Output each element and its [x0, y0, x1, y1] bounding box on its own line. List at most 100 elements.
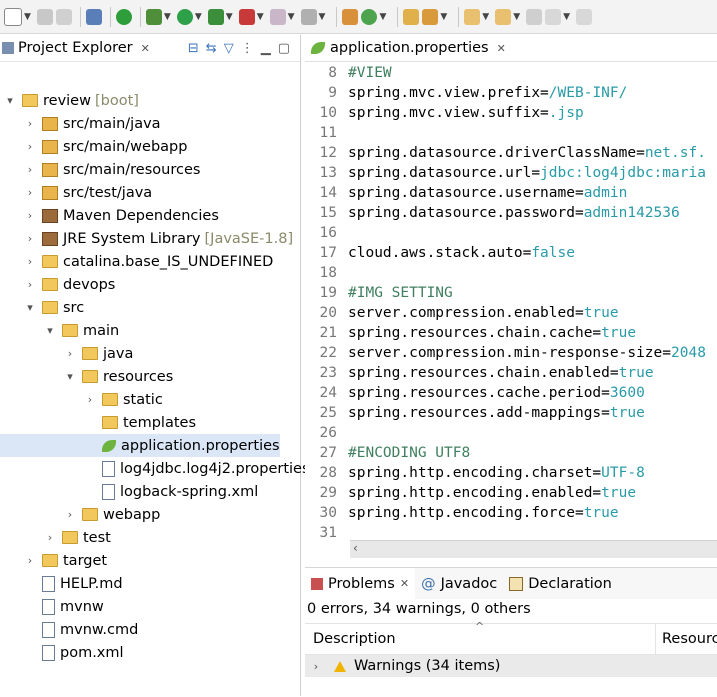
code-line: 18 [305, 263, 717, 283]
editor-tab-application-properties[interactable]: application.properties ✕ [305, 35, 717, 62]
forward-icon[interactable] [576, 8, 593, 25]
close-icon[interactable]: ✕ [400, 577, 409, 590]
tree-item[interactable]: ▾ review [boot] [0, 89, 139, 112]
filter-icon[interactable]: ▽ [224, 41, 234, 56]
tree-item[interactable]: mvnw [0, 595, 104, 618]
tree-item-label: static [123, 391, 163, 408]
tree-item[interactable]: › test [0, 526, 111, 549]
tree-item[interactable]: › target [0, 549, 107, 572]
tree-twisty-icon[interactable]: › [24, 255, 36, 268]
open-type-icon[interactable] [403, 8, 420, 25]
line-number: 10 [319, 105, 337, 121]
code-key: spring.http.encoding.force= [348, 505, 584, 521]
tree-item-label: mvnw.cmd [60, 621, 139, 638]
tree-item[interactable]: › java [0, 342, 134, 365]
expand-twisty-icon[interactable]: › [310, 660, 322, 673]
run-icon[interactable]: ▼ [176, 8, 205, 25]
disconnect-icon[interactable]: ▼ [300, 8, 329, 25]
code-comment: #IMG SETTING [348, 285, 453, 301]
close-icon[interactable]: ✕ [141, 42, 150, 55]
previous-annotation-icon[interactable]: ▼ [495, 8, 523, 25]
tree-item[interactable]: › src/main/webapp [0, 135, 188, 158]
tree-item[interactable]: ▾ resources [0, 365, 173, 388]
link-editor-icon[interactable]: ⇆ [206, 41, 217, 56]
tree-item[interactable]: › Maven Dependencies [0, 204, 219, 227]
code-line: 10 spring.mvc.view.suffix= .jsp [305, 103, 717, 123]
tree-item[interactable]: › src/main/java [0, 112, 161, 135]
tree-item[interactable]: application.properties [0, 434, 280, 457]
file-icon [42, 575, 55, 592]
tree-twisty-icon[interactable]: › [24, 186, 36, 199]
tab-declaration[interactable]: Declaration [503, 568, 618, 599]
save-icon[interactable] [36, 8, 53, 25]
tree-twisty-icon[interactable]: ▾ [4, 94, 16, 107]
tree-item[interactable]: mvnw.cmd [0, 618, 138, 641]
tree-item-label: java [103, 345, 134, 362]
scroll-left-icon[interactable]: ‹ [353, 541, 358, 555]
tree-twisty-icon[interactable]: › [24, 278, 36, 291]
save-all-icon[interactable] [55, 8, 72, 25]
search-icon[interactable]: ▼ [422, 8, 450, 25]
tree-twisty-icon[interactable]: ▾ [24, 301, 36, 314]
horizontal-scrollbar[interactable]: ‹ [350, 540, 717, 558]
tree-twisty-icon[interactable]: › [24, 209, 36, 222]
tree-item[interactable]: › src/test/java [0, 181, 152, 204]
code-value: 2048 [671, 345, 706, 361]
tree-item[interactable]: HELP.md [0, 572, 123, 595]
tree-twisty-icon[interactable]: › [24, 140, 36, 153]
tree-twisty-icon[interactable]: › [64, 508, 76, 521]
line-number: 22 [319, 345, 337, 361]
tree-twisty-icon[interactable]: › [64, 347, 76, 360]
new-class-icon[interactable]: ▼ [361, 8, 389, 25]
folder-icon [102, 416, 118, 429]
line-number: 16 [319, 225, 337, 241]
tree-twisty-icon[interactable]: › [24, 554, 36, 567]
tree-twisty-icon[interactable]: ▾ [44, 324, 56, 337]
coverage-icon[interactable]: ▼ [238, 8, 267, 25]
start-server-icon[interactable] [115, 8, 132, 25]
tab-javadoc[interactable]: @ Javadoc [415, 568, 503, 599]
view-menu-icon[interactable]: ⋮ [241, 41, 254, 56]
problems-table-header: Description ^ Resource [305, 620, 717, 655]
new-icon[interactable]: ▼ [4, 7, 34, 26]
minimize-icon[interactable]: ▁ [261, 41, 271, 56]
terminate-icon[interactable]: ▼ [269, 8, 298, 25]
back-icon[interactable]: ▼ [545, 8, 573, 25]
close-icon[interactable]: ✕ [497, 42, 506, 55]
line-number: 30 [319, 505, 337, 521]
tree-item[interactable]: › static [0, 388, 163, 411]
tab-project-explorer[interactable]: Project Explorer ✕ [0, 35, 150, 61]
debug-icon[interactable]: ▼ [145, 8, 174, 25]
column-description[interactable]: Description [305, 631, 396, 647]
code-line: 12 spring.datasource.driverClassName= net.… [305, 143, 717, 163]
maximize-icon[interactable]: ▢ [278, 41, 290, 56]
tree-twisty-icon[interactable]: › [44, 531, 56, 544]
table-row[interactable]: › Warnings (34 items) [305, 655, 717, 677]
tree-item[interactable]: pom.xml [0, 641, 124, 664]
tree-item[interactable]: › src/main/resources [0, 158, 201, 181]
skip-breakpoints-icon[interactable] [85, 8, 102, 25]
new-package-icon[interactable] [342, 8, 359, 25]
code-text[interactable]: 8 #VIEW 9 spring.mvc.view.prefix=/WEB-INF/1… [305, 63, 717, 543]
tab-problems[interactable]: Problems ✕ [305, 568, 416, 599]
tree-item[interactable]: › devops [0, 273, 116, 296]
tree-item[interactable]: › JRE System Library [JavaSE-1.8] [0, 227, 293, 250]
tree-twisty-icon[interactable]: › [24, 163, 36, 176]
tree-item[interactable]: › webapp [0, 503, 160, 526]
last-edit-icon[interactable] [526, 8, 543, 25]
run-external-icon[interactable]: ▼ [207, 8, 236, 25]
tree-item[interactable]: ▾ main [0, 319, 119, 342]
tree-twisty-icon[interactable]: › [24, 117, 36, 130]
tree-twisty-icon[interactable]: ▾ [64, 370, 76, 383]
next-annotation-icon[interactable]: ▼ [464, 8, 492, 25]
tree-item[interactable]: › catalina.base_IS_UNDEFINED [0, 250, 274, 273]
tree-item[interactable]: log4jdbc.log4j2.properties [0, 457, 310, 480]
tree-twisty-icon[interactable]: › [84, 393, 96, 406]
column-resource[interactable]: Resource [655, 624, 717, 654]
tree-twisty-icon[interactable]: › [24, 232, 36, 245]
code-value: admin [583, 185, 628, 201]
collapse-all-icon[interactable]: ⊟ [188, 41, 199, 56]
tree-item[interactable]: ▾ src [0, 296, 84, 319]
tree-item[interactable]: logback-spring.xml [0, 480, 258, 503]
tree-item[interactable]: templates [0, 411, 196, 434]
